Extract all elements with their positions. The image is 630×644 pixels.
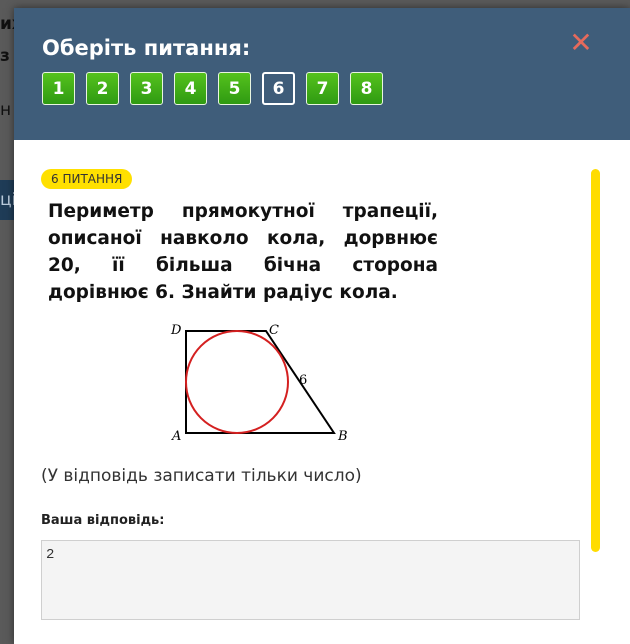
question-nav: 1 2 3 4 5 6 7 8: [42, 72, 383, 105]
question-button-6[interactable]: 6: [262, 72, 295, 105]
question-button-5[interactable]: 5: [218, 72, 251, 105]
trapezoid-figure: D C A B 6: [170, 323, 348, 444]
vertex-label-a: A: [171, 429, 181, 444]
question-button-3[interactable]: 3: [130, 72, 163, 105]
question-modal: Оберіть питання: ✕ 1 2 3 4 5 6 7 8 6 ПИТ…: [14, 8, 630, 644]
vertex-label-b: B: [337, 429, 348, 444]
inscribed-circle: [185, 330, 289, 434]
question-button-1[interactable]: 1: [42, 72, 75, 105]
question-button-8[interactable]: 8: [350, 72, 383, 105]
backdrop-text: н: [0, 100, 12, 120]
question-button-4[interactable]: 4: [174, 72, 207, 105]
question-number-badge: 6 ПИТАННЯ: [41, 169, 133, 189]
close-icon[interactable]: ✕: [568, 29, 594, 57]
backdrop-text: з: [0, 46, 10, 66]
vertex-label-c: C: [269, 323, 279, 338]
question-button-7[interactable]: 7: [306, 72, 339, 105]
scroll-indicator[interactable]: [591, 169, 600, 552]
vertex-label-d: D: [170, 323, 182, 338]
modal-title: Оберіть питання:: [42, 36, 251, 60]
modal-header: Оберіть питання: ✕ 1 2 3 4 5 6 7 8: [14, 8, 630, 140]
answer-input[interactable]: 2: [41, 540, 580, 620]
answer-label: Ваша відповідь:: [41, 513, 165, 528]
question-text: Периметр прямокутної трапеції, описаної …: [48, 201, 438, 303]
side-length-label: 6: [299, 373, 307, 388]
answer-hint: (У відповідь записати тільки число): [41, 466, 362, 486]
question-button-2[interactable]: 2: [86, 72, 119, 105]
trapezoid-shape: [185, 330, 336, 434]
